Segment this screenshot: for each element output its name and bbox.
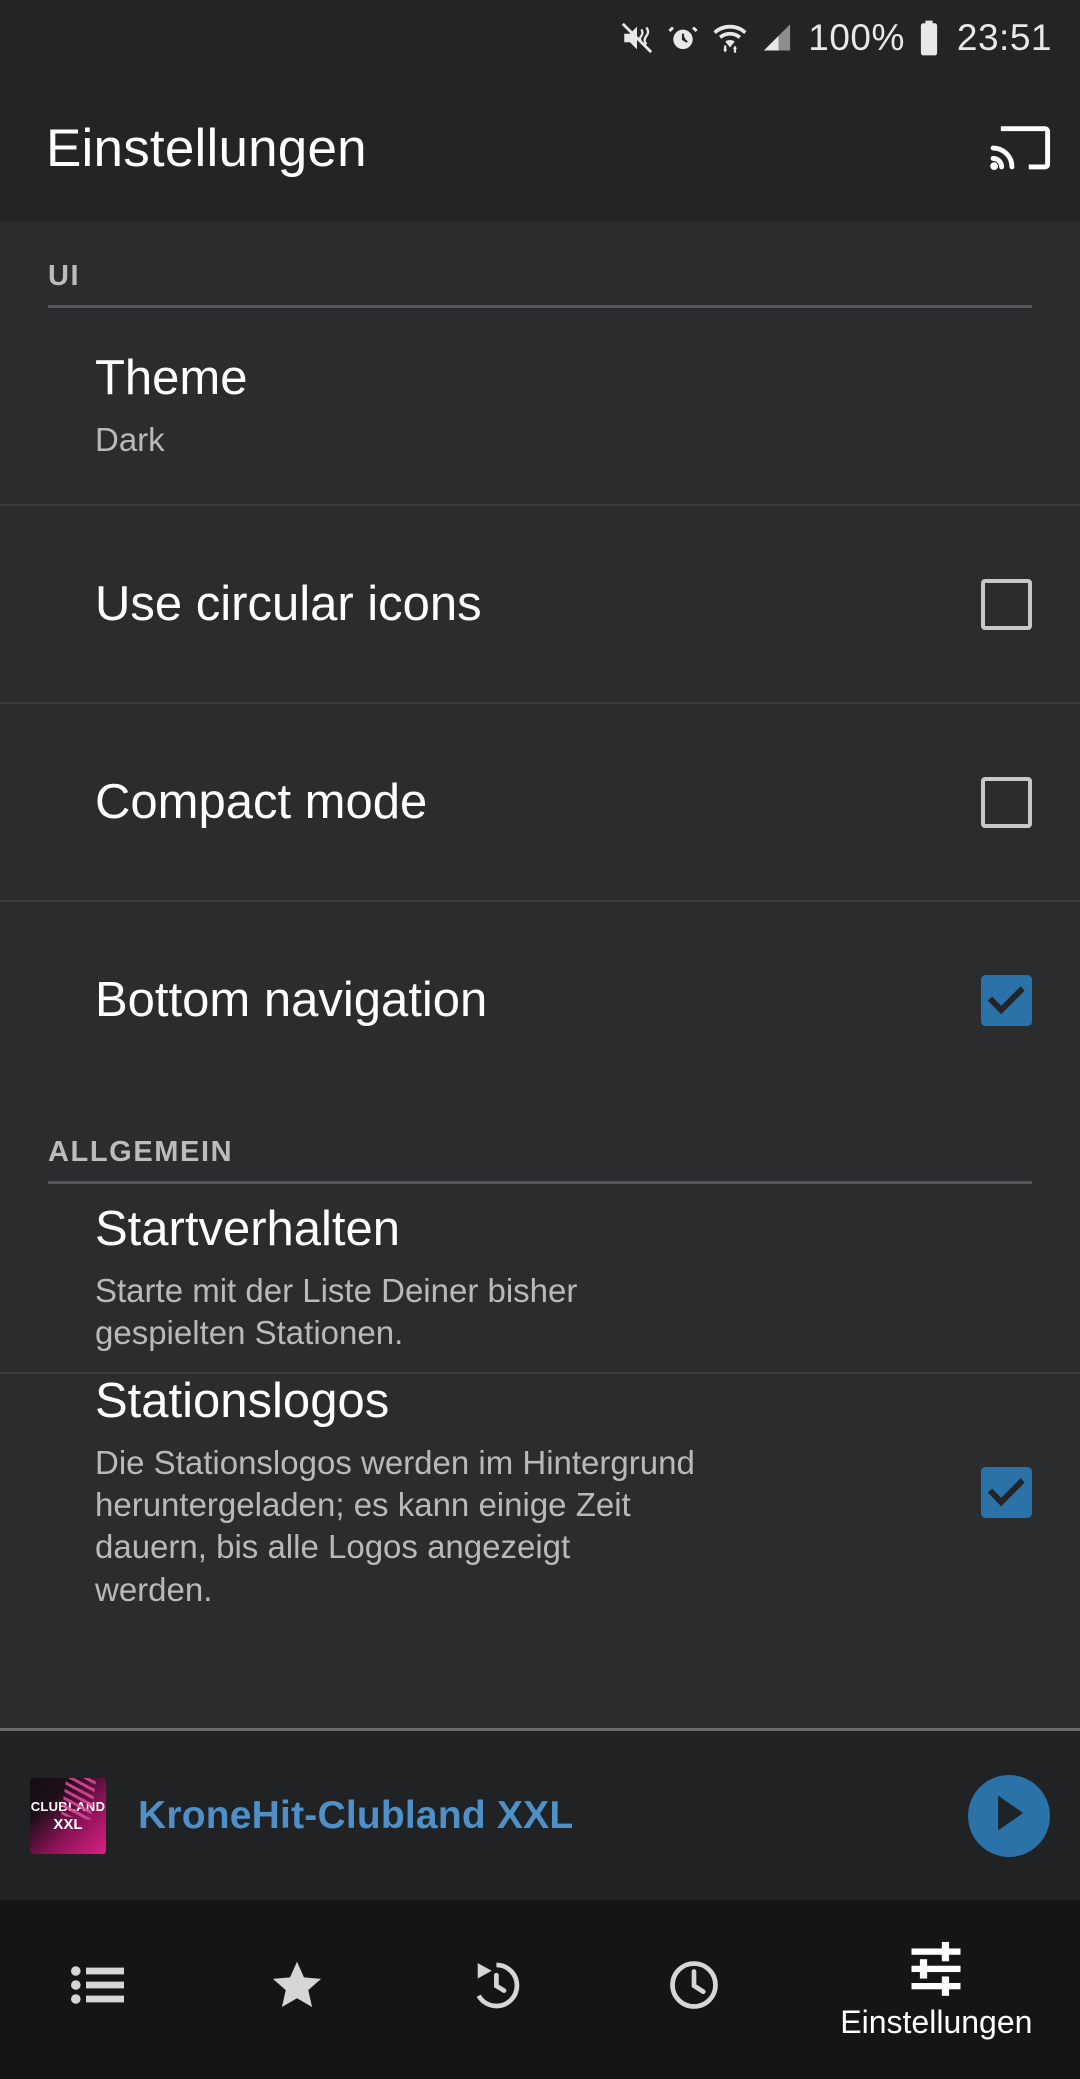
section-label: UI	[48, 260, 81, 292]
setting-row-stationslogos[interactable]: Stationslogos Die Stationslogos werden i…	[0, 1374, 1080, 1611]
now-playing-station-name[interactable]: KroneHit-Clubland XXL	[138, 1794, 968, 1838]
nav-label: Einstellungen	[840, 2004, 1033, 2040]
row-title: Use circular icons	[95, 576, 482, 631]
cellular-signal-icon	[761, 23, 793, 53]
checkbox-bottom-navigation[interactable]	[981, 974, 1032, 1026]
status-bar-clock: 23:51	[956, 17, 1052, 58]
play-icon	[990, 1793, 1028, 1838]
star-icon	[269, 1958, 325, 2012]
history-icon	[466, 1957, 524, 2013]
phone-screen: 100% 23:51 Einstellungen UI Theme Dark U…	[0, 0, 1080, 2079]
settings-list[interactable]: UI Theme Dark Use circular icons Compact…	[0, 222, 1080, 1728]
app-bar: Einstellungen	[0, 75, 1080, 222]
nav-item-list[interactable]	[0, 1900, 198, 2079]
now-playing-bar[interactable]: CLUBLAND XXL KroneHit-Clubland XXL	[0, 1728, 1080, 1900]
row-title: Startverhalten	[95, 1201, 401, 1256]
status-bar: 100% 23:51	[0, 0, 1080, 75]
row-title: Theme	[95, 350, 248, 405]
setting-row-use-circular-icons[interactable]: Use circular icons	[0, 506, 1080, 702]
wifi-icon	[712, 22, 748, 54]
row-texts: Use circular icons	[95, 577, 981, 632]
logo-line2: XXL	[53, 1815, 83, 1833]
row-texts: Stationslogos Die Stationslogos werden i…	[95, 1374, 981, 1611]
nav-item-settings[interactable]: Einstellungen	[793, 1900, 1080, 2079]
setting-row-theme[interactable]: Theme Dark	[0, 308, 1080, 504]
row-texts: Compact mode	[95, 775, 981, 830]
battery-full-icon	[918, 20, 940, 56]
row-texts: Startverhalten Starte mit der Liste Dein…	[95, 1202, 1032, 1354]
checkbox-compact-mode[interactable]	[981, 776, 1032, 828]
bottom-navigation[interactable]: Einstellungen	[0, 1900, 1080, 2079]
play-button[interactable]	[968, 1774, 1050, 1857]
row-title: Bottom navigation	[95, 972, 488, 1027]
page-title: Einstellungen	[46, 119, 367, 178]
row-subtitle: Starte mit der Liste Deiner bisher gespi…	[95, 1271, 578, 1351]
section-label: ALLGEMEIN	[48, 1136, 234, 1168]
row-texts: Bottom navigation	[95, 973, 981, 1028]
battery-percent: 100%	[808, 17, 905, 58]
section-header-allgemein: ALLGEMEIN	[0, 1098, 1080, 1181]
alarm-icon	[667, 22, 699, 54]
row-texts: Theme Dark	[95, 351, 1032, 461]
setting-row-bottom-navigation[interactable]: Bottom navigation	[0, 902, 1080, 1098]
checkbox-stationslogos[interactable]	[981, 1466, 1032, 1518]
row-subtitle: Dark	[95, 420, 165, 458]
cast-icon	[990, 125, 1052, 179]
nav-item-timer[interactable]	[595, 1900, 793, 2079]
nav-item-history[interactable]	[396, 1900, 594, 2079]
row-subtitle: Die Stationslogos werden im Hintergrund …	[95, 1443, 695, 1608]
row-title: Compact mode	[95, 774, 428, 829]
mute-vibrate-icon	[620, 21, 654, 55]
nav-item-favorites[interactable]	[198, 1900, 396, 2079]
setting-row-startverhalten[interactable]: Startverhalten Starte mit der Liste Dein…	[0, 1184, 1080, 1372]
cast-button[interactable]	[990, 117, 1052, 180]
row-title: Stationslogos	[95, 1374, 390, 1428]
station-logo: CLUBLAND XXL	[30, 1777, 106, 1854]
list-icon	[71, 1961, 127, 2009]
section-header-ui: UI	[0, 222, 1080, 305]
checkbox-use-circular-icons[interactable]	[981, 578, 1032, 630]
check-icon	[981, 974, 1032, 1026]
tuner-icon	[907, 1941, 965, 1997]
check-icon	[981, 1466, 1032, 1518]
setting-row-compact-mode[interactable]: Compact mode	[0, 704, 1080, 900]
clock-icon	[665, 1957, 723, 2013]
